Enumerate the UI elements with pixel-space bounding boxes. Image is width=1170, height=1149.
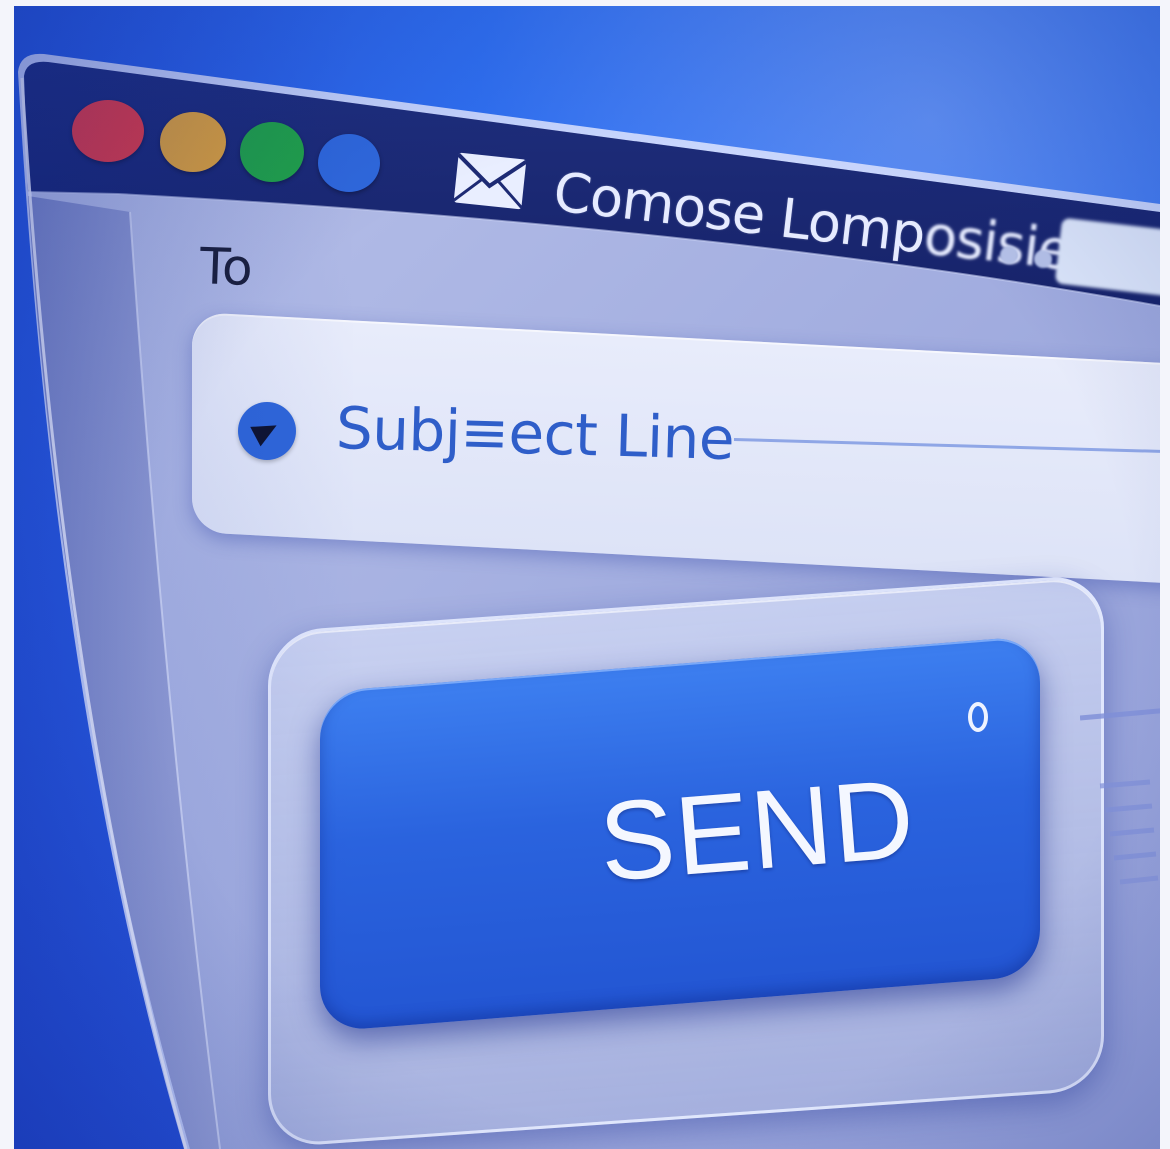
header-dot-icon[interactable] [1034,250,1052,268]
send-button-label[interactable]: SEND [595,753,919,906]
status-ring-icon [968,702,988,732]
extra-window-button[interactable] [318,134,380,192]
subject-input-value[interactable]: Subj≡ect Line [335,394,735,473]
minimize-button[interactable] [160,112,226,172]
side-text-lines [1080,708,1160,885]
to-field-label: To [199,237,254,297]
play-cursor-icon [238,402,296,460]
maximize-button[interactable] [240,122,304,182]
header-dot-icon[interactable] [1000,246,1018,264]
mail-envelope-icon [452,152,528,210]
close-button[interactable] [72,100,144,162]
screen-scene: Comose Lomposisie To Subj≡ect Line SEND [14,6,1160,1149]
